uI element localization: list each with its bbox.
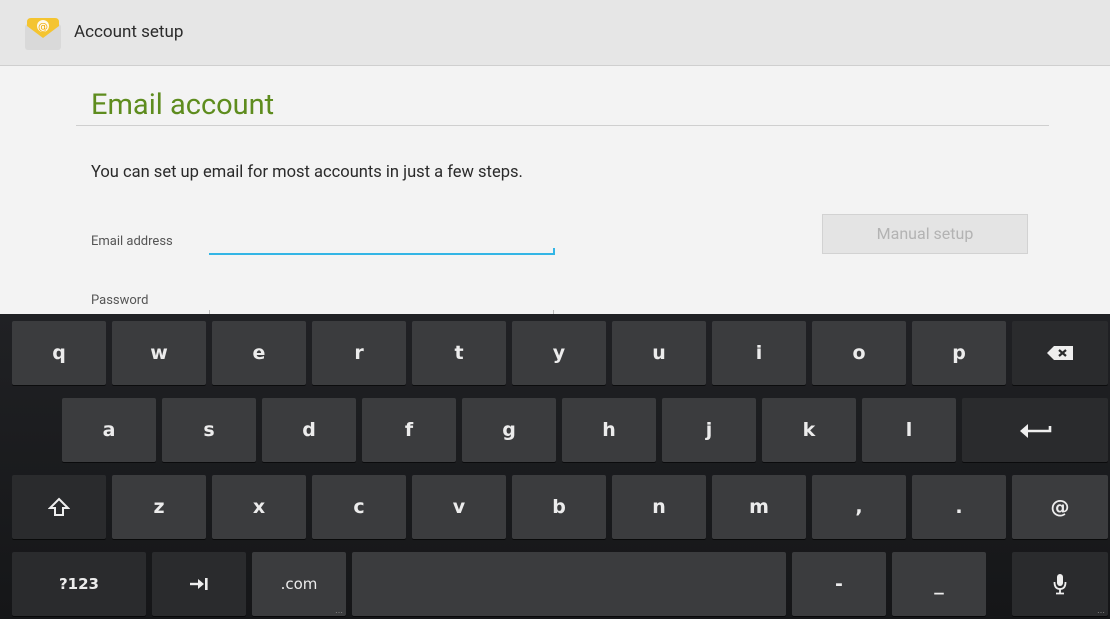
key-t[interactable]: t	[412, 321, 506, 385]
email-input-underline	[209, 248, 555, 255]
email-address-label: Email address	[91, 234, 173, 249]
title-divider	[76, 125, 1049, 126]
key-f[interactable]: f	[362, 398, 456, 462]
shift-key[interactable]	[12, 475, 106, 539]
key-z[interactable]: z	[112, 475, 206, 539]
enter-arrow-icon	[1020, 424, 1052, 438]
shift-icon	[48, 497, 70, 516]
key-o[interactable]: o	[812, 321, 906, 385]
key-underscore[interactable]: _	[892, 552, 986, 616]
backspace-icon	[1047, 346, 1073, 360]
key-c[interactable]: c	[312, 475, 406, 539]
key-comma[interactable]: ,	[812, 475, 906, 539]
dot-com-label: .com	[280, 575, 318, 593]
spacebar-key[interactable]	[352, 552, 786, 616]
tab-key[interactable]	[152, 552, 246, 616]
key-h[interactable]: h	[562, 398, 656, 462]
more-keys-indicator: …	[335, 606, 343, 615]
account-setup-form: Email account You can set up email for m…	[0, 66, 1110, 314]
key-a[interactable]: a	[62, 398, 156, 462]
symbols-key[interactable]: ?123	[12, 552, 146, 616]
key-b[interactable]: b	[512, 475, 606, 539]
key-n[interactable]: n	[612, 475, 706, 539]
key-at[interactable]: @	[1012, 475, 1108, 539]
email-app-icon[interactable]: @	[24, 16, 62, 52]
key-r[interactable]: r	[312, 321, 406, 385]
more-keys-indicator: …	[1097, 606, 1105, 615]
key-d[interactable]: d	[262, 398, 356, 462]
key-u[interactable]: u	[612, 321, 706, 385]
actionbar-title: Account setup	[74, 22, 184, 42]
key-y[interactable]: y	[512, 321, 606, 385]
key-i[interactable]: i	[712, 321, 806, 385]
manual-setup-button[interactable]: Manual setup	[822, 214, 1028, 254]
key-e[interactable]: e	[212, 321, 306, 385]
key-m[interactable]: m	[712, 475, 806, 539]
key-s[interactable]: s	[162, 398, 256, 462]
key-j[interactable]: j	[662, 398, 756, 462]
enter-key[interactable]	[962, 398, 1108, 462]
email-address-input[interactable]	[209, 224, 559, 252]
backspace-key[interactable]	[1012, 321, 1108, 385]
key-dash[interactable]: -	[792, 552, 886, 616]
soft-keyboard: q w e r t y u i o p a s d f g h j k l z …	[0, 314, 1110, 619]
key-p[interactable]: p	[912, 321, 1006, 385]
svg-text:@: @	[38, 22, 48, 33]
voice-input-key[interactable]: …	[1012, 552, 1108, 616]
page-title: Email account	[91, 88, 275, 122]
key-v[interactable]: v	[412, 475, 506, 539]
key-g[interactable]: g	[462, 398, 556, 462]
dot-com-key[interactable]: .com …	[252, 552, 346, 616]
key-period[interactable]: .	[912, 475, 1006, 539]
key-q[interactable]: q	[12, 321, 106, 385]
microphone-icon	[1053, 574, 1067, 595]
key-l[interactable]: l	[862, 398, 956, 462]
action-bar: @ Account setup	[0, 0, 1110, 66]
tab-arrow-icon	[190, 578, 208, 590]
key-w[interactable]: w	[112, 321, 206, 385]
key-k[interactable]: k	[762, 398, 856, 462]
password-label: Password	[91, 293, 149, 308]
key-x[interactable]: x	[212, 475, 306, 539]
intro-text: You can set up email for most accounts i…	[91, 163, 523, 182]
